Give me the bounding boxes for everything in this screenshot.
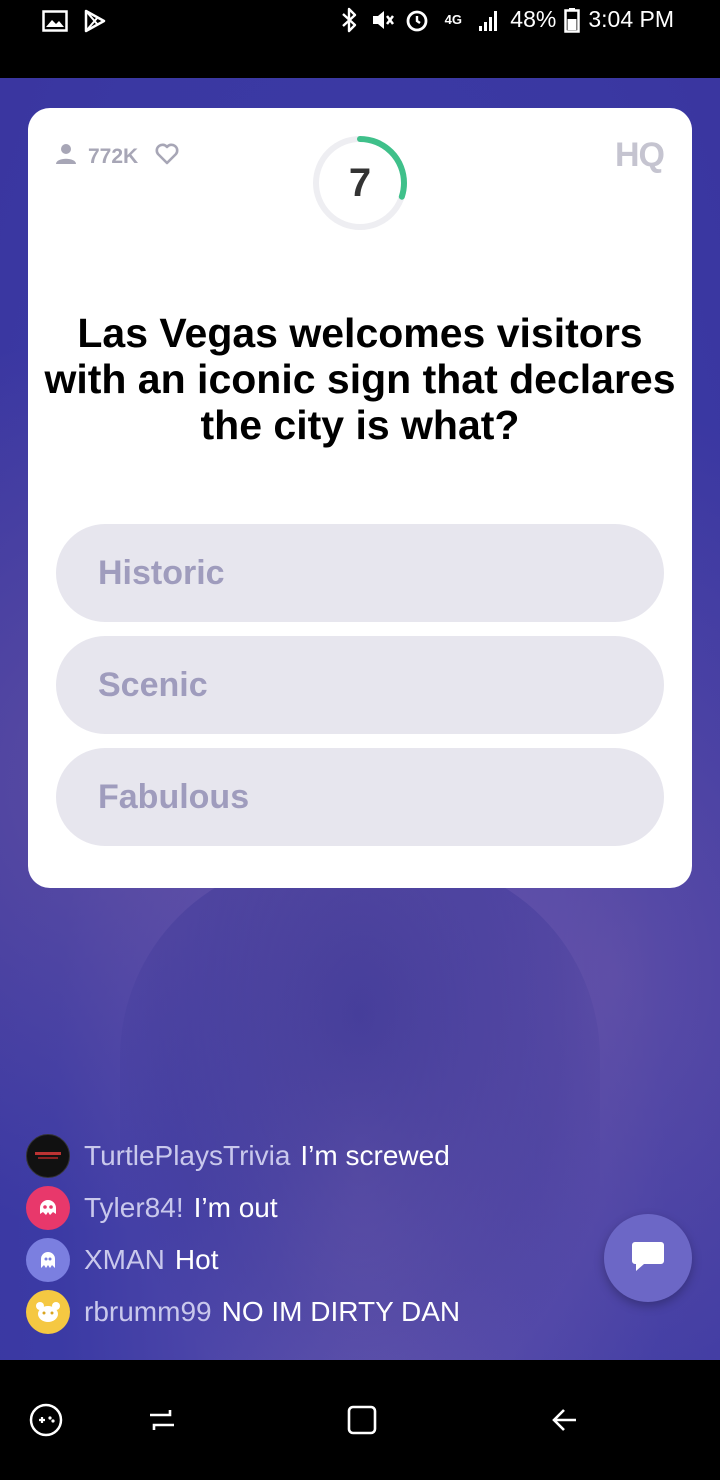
answer-list: Historic Scenic Fabulous <box>56 524 664 860</box>
back-icon[interactable] <box>540 1396 588 1444</box>
navigation-bar <box>0 1360 720 1480</box>
bluetooth-icon <box>336 7 362 33</box>
heart-icon[interactable] <box>154 142 180 172</box>
user-icon <box>54 142 78 172</box>
chat-feed: TurtlePlaysTrivia I’m screwed Tyler84! I… <box>26 1130 626 1338</box>
battery-percent: 48% <box>510 6 557 32</box>
battery-icon <box>564 7 581 33</box>
answer-option[interactable]: Historic <box>56 524 664 622</box>
chat-username: TurtlePlaysTrivia <box>84 1140 291 1171</box>
signal-icon <box>476 7 502 33</box>
countdown-number: 7 <box>348 160 372 205</box>
chat-button[interactable] <box>604 1214 692 1302</box>
chat-message: TurtlePlaysTrivia I’m screwed <box>26 1130 626 1182</box>
viewer-count: 772K <box>54 142 180 172</box>
chat-text: I’m screwed <box>300 1140 450 1171</box>
avatar <box>26 1238 70 1282</box>
chat-username: XMAN <box>84 1244 165 1275</box>
chat-username: rbrumm99 <box>84 1296 212 1327</box>
answer-option[interactable]: Scenic <box>56 636 664 734</box>
avatar <box>26 1186 70 1230</box>
home-icon[interactable] <box>338 1396 386 1444</box>
game-launcher-icon[interactable] <box>22 1396 70 1444</box>
chat-username: Tyler84! <box>84 1192 184 1223</box>
viewer-count-label: 772K <box>88 145 139 168</box>
chat-text: I’m out <box>193 1192 278 1223</box>
answer-option[interactable]: Fabulous <box>56 748 664 846</box>
play-store-icon <box>82 8 108 34</box>
status-bar: 4G 48% 3:04 PM <box>0 0 720 78</box>
avatar <box>26 1134 70 1178</box>
chat-text: Hot <box>174 1244 219 1275</box>
question-text: Las Vegas welcomes visitors with an icon… <box>44 310 676 448</box>
image-icon <box>42 8 68 34</box>
chat-message: Tyler84! I’m out <box>26 1182 626 1234</box>
lte-icon: 4G <box>444 12 462 27</box>
avatar <box>26 1290 70 1334</box>
chat-bubble-icon <box>630 1239 666 1278</box>
hq-logo: HQ <box>615 136 665 174</box>
mute-icon <box>370 7 396 33</box>
chat-text: NO IM DIRTY DAN <box>221 1296 461 1327</box>
recent-apps-icon[interactable] <box>138 1396 186 1444</box>
chat-message: rbrumm99 NO IM DIRTY DAN <box>26 1286 626 1338</box>
alarm-icon <box>404 7 430 33</box>
chat-message: XMAN Hot <box>26 1234 626 1286</box>
clock: 3:04 PM <box>588 6 674 32</box>
